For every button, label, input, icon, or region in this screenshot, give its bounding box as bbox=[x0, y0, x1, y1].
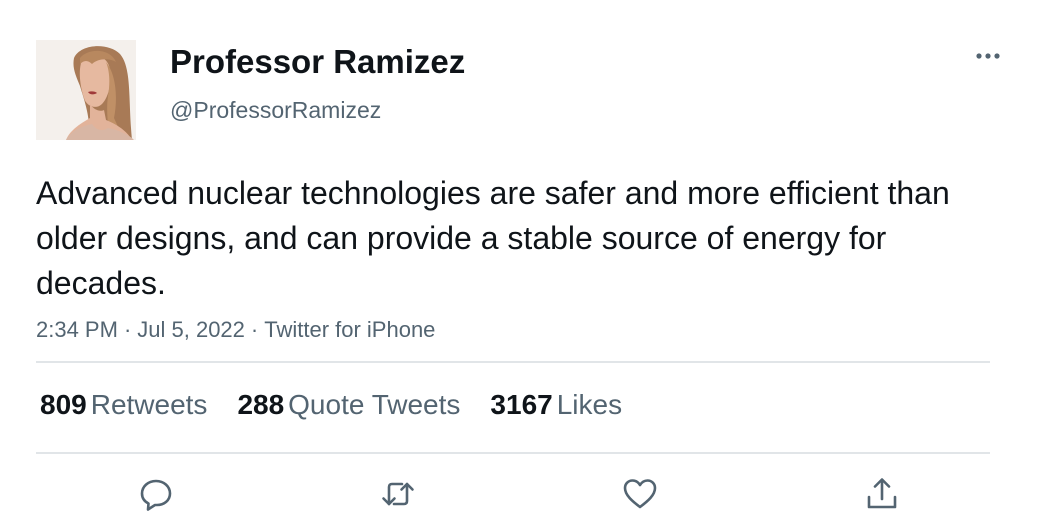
more-options-button[interactable] bbox=[968, 40, 1008, 72]
tweet-stats: 809 Retweets 288 Quote Tweets 3167 Likes bbox=[40, 386, 652, 426]
reply-icon bbox=[140, 479, 172, 511]
share-icon bbox=[867, 478, 897, 509]
retweets-stat[interactable]: 809 Retweets bbox=[40, 386, 207, 424]
tweet-text: Advanced nuclear technologies are safer … bbox=[36, 175, 950, 301]
avatar[interactable] bbox=[36, 40, 136, 140]
quote-tweets-label: Quote Tweets bbox=[288, 389, 461, 420]
divider bbox=[36, 361, 990, 363]
reply-button[interactable] bbox=[134, 472, 178, 516]
tweet-card: Professor Ramizez @ProfessorRamizez Adva… bbox=[0, 0, 1050, 525]
quote-tweets-count: 288 bbox=[237, 389, 285, 420]
retweets-count: 809 bbox=[40, 389, 87, 420]
quote-tweets-stat[interactable]: 288 Quote Tweets bbox=[237, 386, 460, 424]
tweet-metadata: 2:34 PM · Jul 5, 2022 · Twitter for iPhone bbox=[36, 315, 435, 345]
tweet-actions-bar bbox=[0, 472, 1050, 516]
share-button[interactable] bbox=[860, 472, 904, 516]
heart-icon bbox=[623, 479, 657, 509]
retweet-button[interactable] bbox=[376, 472, 420, 516]
tweet-source[interactable]: Twitter for iPhone bbox=[264, 317, 435, 342]
more-horizontal-icon bbox=[976, 53, 1000, 59]
divider bbox=[36, 452, 990, 454]
avatar-photo bbox=[36, 40, 136, 140]
author-handle[interactable]: @ProfessorRamizez bbox=[170, 95, 381, 125]
likes-stat[interactable]: 3167 Likes bbox=[490, 386, 622, 424]
meta-separator: · bbox=[123, 317, 132, 342]
tweet-time[interactable]: 2:34 PM bbox=[36, 317, 118, 342]
retweet-icon bbox=[382, 482, 414, 506]
meta-separator: · bbox=[250, 317, 259, 342]
like-button[interactable] bbox=[618, 472, 662, 516]
likes-count: 3167 bbox=[490, 389, 553, 420]
author-display-name[interactable]: Professor Ramizez bbox=[170, 42, 465, 82]
retweets-label: Retweets bbox=[90, 389, 208, 420]
likes-label: Likes bbox=[556, 389, 623, 420]
tweet-date[interactable]: Jul 5, 2022 bbox=[137, 317, 245, 342]
